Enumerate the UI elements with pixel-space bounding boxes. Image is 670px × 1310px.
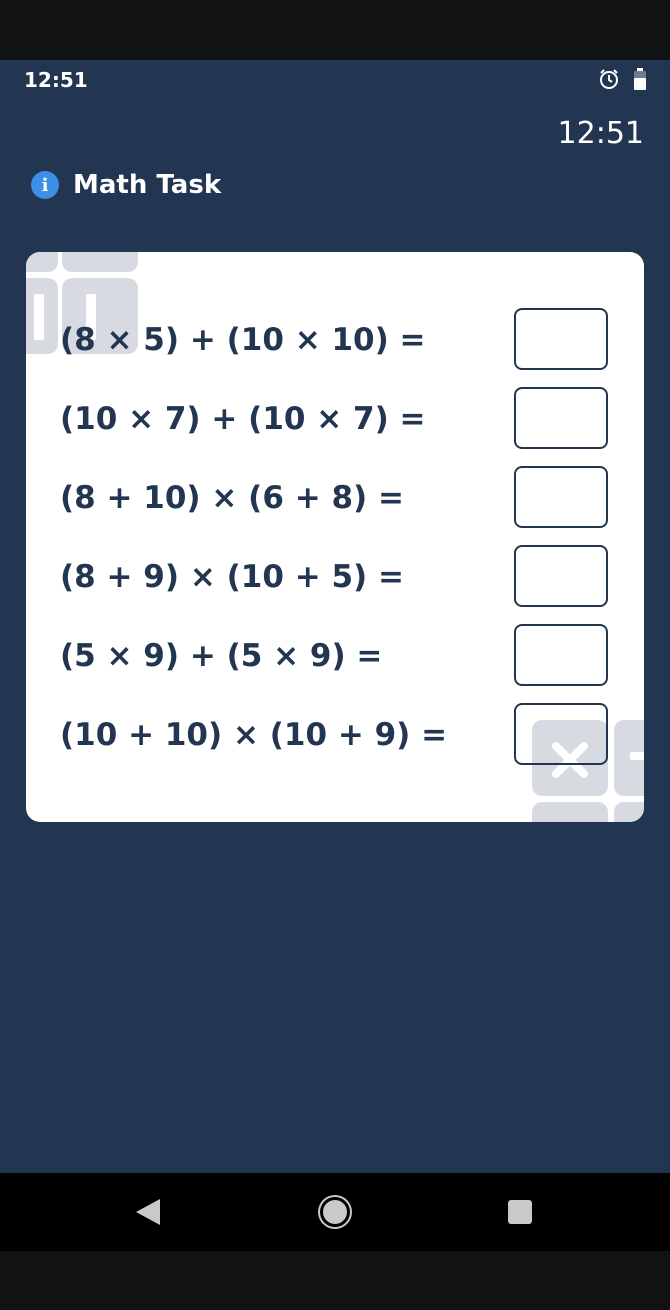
task-card: (8 × 5) + (10 × 10) = (10 × 7) + (10 × 7…: [26, 252, 644, 822]
task-row: (10 × 7) + (10 × 7) =: [26, 387, 644, 451]
header: i Math Task: [31, 170, 221, 200]
back-icon[interactable]: [136, 1199, 160, 1225]
answer-input[interactable]: [514, 624, 608, 686]
top-system-band: [0, 0, 670, 60]
task-row: (8 × 5) + (10 × 10) =: [26, 308, 644, 372]
recents-icon[interactable]: [508, 1200, 532, 1224]
info-icon[interactable]: i: [31, 171, 59, 199]
answer-input[interactable]: [514, 308, 608, 370]
answer-input[interactable]: [514, 703, 608, 765]
alarm-clock-icon: [598, 68, 620, 94]
battery-icon: [634, 68, 646, 94]
task-row: (8 + 10) × (6 + 8) =: [26, 466, 644, 530]
app-screen: 12:51 12:51 i Math Task (8 × 5) + (10 × …: [0, 60, 670, 1173]
task-row: (10 + 10) × (10 + 9) =: [26, 703, 644, 767]
task-row: (8 + 9) × (10 + 5) =: [26, 545, 644, 609]
task-expression: (8 × 5) + (10 × 10) =: [60, 322, 426, 358]
bottom-system-band: [0, 1251, 670, 1310]
status-time: 12:51: [24, 68, 88, 92]
home-icon[interactable]: [320, 1197, 350, 1227]
answer-input[interactable]: [514, 545, 608, 607]
page-title: Math Task: [73, 170, 222, 200]
status-icons: [598, 68, 646, 94]
clock-display: 12:51: [557, 116, 644, 151]
task-expression: (5 × 9) + (5 × 9) =: [60, 638, 383, 674]
navigation-bar: [0, 1173, 670, 1251]
task-expression: (10 + 10) × (10 + 9) =: [60, 717, 448, 753]
status-bar: 12:51: [0, 60, 670, 100]
task-expression: (8 + 10) × (6 + 8) =: [60, 480, 404, 516]
answer-input[interactable]: [514, 387, 608, 449]
task-expression: (10 × 7) + (10 × 7) =: [60, 401, 426, 437]
task-row: (5 × 9) + (5 × 9) =: [26, 624, 644, 688]
task-expression: (8 + 9) × (10 + 5) =: [60, 559, 404, 595]
answer-input[interactable]: [514, 466, 608, 528]
